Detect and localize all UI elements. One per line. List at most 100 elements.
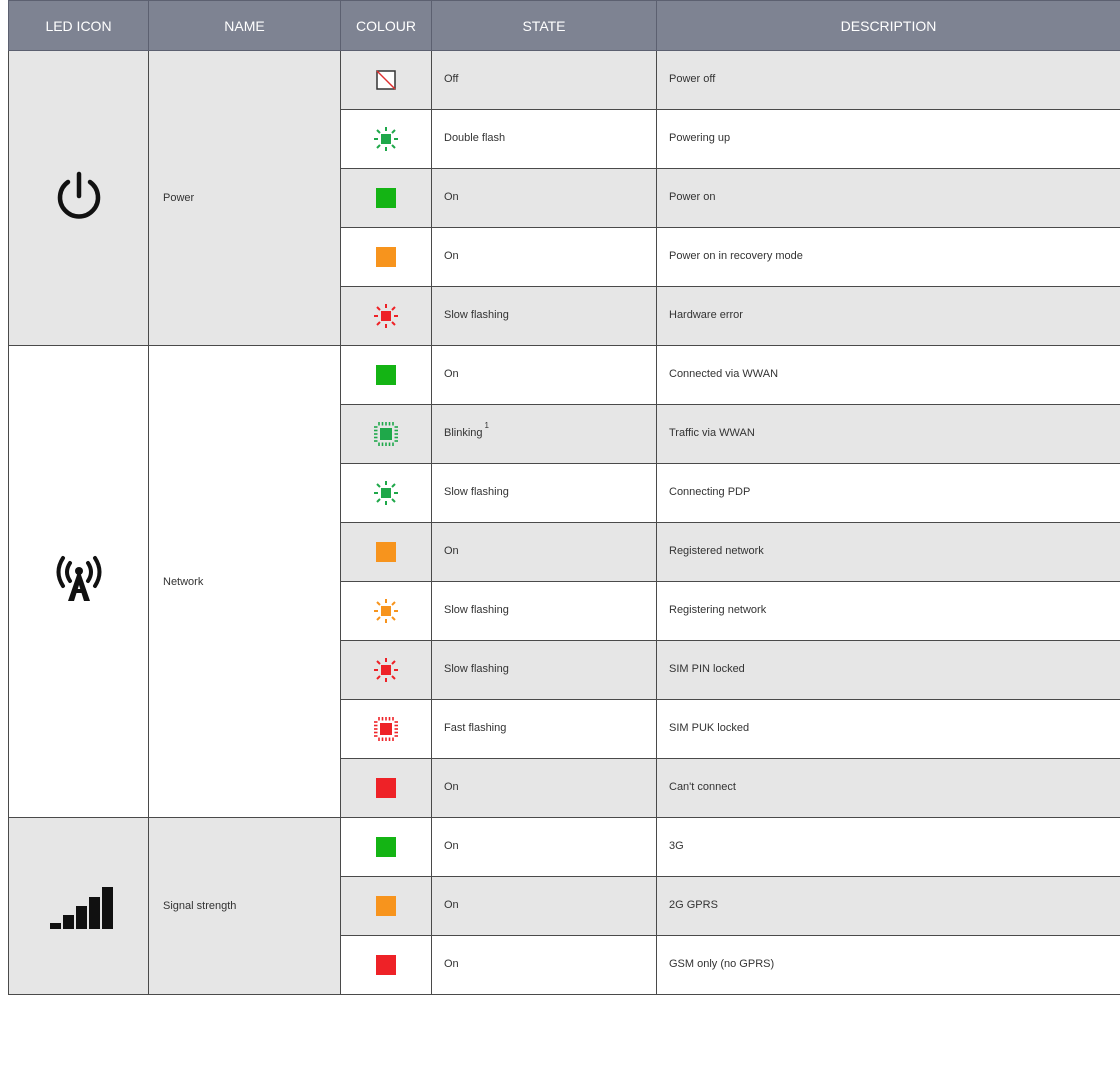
network-tower-icon <box>56 556 101 601</box>
colour-cell <box>340 50 432 110</box>
state-cell: Slow flashing <box>431 640 657 700</box>
state-text: Slow flashing <box>444 604 509 616</box>
description-cell: Power on <box>656 168 1120 228</box>
description-cell: Powering up <box>656 109 1120 169</box>
colour-cell <box>340 168 432 228</box>
led-solid-icon <box>376 778 396 798</box>
state-cell: Fast flashing <box>431 699 657 759</box>
table-row: Signal strength On 3G <box>8 817 1120 995</box>
header-name: NAME <box>148 0 341 51</box>
description-cell: GSM only (no GPRS) <box>656 935 1120 995</box>
description-cell: Hardware error <box>656 286 1120 346</box>
led-solid-icon <box>376 896 396 916</box>
led-icon-cell <box>8 345 149 818</box>
description-cell: 2G GPRS <box>656 876 1120 936</box>
description-cell: Connecting PDP <box>656 463 1120 523</box>
colour-cell <box>340 876 432 936</box>
state-cell: Slow flashing <box>431 463 657 523</box>
state-cell: On <box>431 876 657 936</box>
state-text: Slow flashing <box>444 663 509 675</box>
state-text: On <box>444 781 459 793</box>
state-text: On <box>444 958 459 970</box>
led-flashing-icon <box>374 658 398 682</box>
led-flashing-icon <box>374 304 398 328</box>
led-blinking-icon <box>374 422 398 446</box>
header-led-icon: LED ICON <box>8 0 149 51</box>
state-text: Slow flashing <box>444 486 509 498</box>
led-name: Signal strength <box>148 817 341 995</box>
state-text: On <box>444 899 459 911</box>
led-flashing-icon <box>374 599 398 623</box>
state-cell: On <box>431 758 657 818</box>
led-blinking-icon <box>374 717 398 741</box>
led-icon-cell <box>8 50 149 346</box>
led-off-icon <box>376 70 396 90</box>
state-text: On <box>444 191 459 203</box>
state-text: Fast flashing <box>444 722 507 734</box>
state-text: On <box>444 250 459 262</box>
state-cell: On <box>431 817 657 877</box>
table-header-row: LED ICON NAME COLOUR STATE DESCRIPTION <box>8 0 1120 51</box>
led-flashing-icon <box>374 481 398 505</box>
power-icon <box>57 171 100 219</box>
description-cell: Power on in recovery mode <box>656 227 1120 287</box>
table-row: Network On Connected via WWAN <box>8 345 1120 818</box>
colour-cell <box>340 522 432 582</box>
colour-cell <box>340 817 432 877</box>
colour-cell <box>340 463 432 523</box>
description-cell: 3G <box>656 817 1120 877</box>
colour-cell <box>340 581 432 641</box>
colour-cell <box>340 286 432 346</box>
table-body: Power Off Power off Double flash Powering up… <box>8 50 1120 995</box>
header-colour: COLOUR <box>340 0 432 51</box>
state-text: Off <box>444 73 459 85</box>
led-solid-icon <box>376 247 396 267</box>
state-text: On <box>444 545 459 557</box>
led-indicator-table: LED ICON NAME COLOUR STATE DESCRIPTION P… <box>8 0 1120 995</box>
led-solid-icon <box>376 542 396 562</box>
state-cell: Blinking1 <box>431 404 657 464</box>
led-table-container: LED ICON NAME COLOUR STATE DESCRIPTION P… <box>8 0 1120 995</box>
state-text: On <box>444 840 459 852</box>
description-cell: Registering network <box>656 581 1120 641</box>
colour-cell <box>340 404 432 464</box>
state-cell: Slow flashing <box>431 286 657 346</box>
state-cell: Off <box>431 50 657 110</box>
colour-cell <box>340 935 432 995</box>
colour-cell <box>340 345 432 405</box>
description-cell: Can't connect <box>656 758 1120 818</box>
led-flashing-icon <box>374 127 398 151</box>
state-text: Double flash <box>444 132 506 144</box>
state-cell: On <box>431 168 657 228</box>
description-cell: SIM PUK locked <box>656 699 1120 759</box>
led-solid-icon <box>376 365 396 385</box>
description-cell: Traffic via WWAN <box>656 404 1120 464</box>
footnote-marker: 1 <box>484 421 489 430</box>
description-cell: Registered network <box>656 522 1120 582</box>
colour-cell <box>340 758 432 818</box>
led-solid-icon <box>376 837 396 857</box>
colour-cell <box>340 227 432 287</box>
state-cell: On <box>431 345 657 405</box>
colour-cell <box>340 109 432 169</box>
state-cell: On <box>431 935 657 995</box>
colour-cell <box>340 640 432 700</box>
description-cell: SIM PIN locked <box>656 640 1120 700</box>
description-cell: Power off <box>656 50 1120 110</box>
state-text: Blinking <box>444 427 483 439</box>
led-name: Power <box>148 50 341 346</box>
state-text: On <box>444 368 459 380</box>
state-cell: On <box>431 227 657 287</box>
header-state: STATE <box>431 0 657 51</box>
state-text: Slow flashing <box>444 309 509 321</box>
header-description: DESCRIPTION <box>656 0 1120 51</box>
colour-cell <box>340 699 432 759</box>
state-cell: Double flash <box>431 109 657 169</box>
led-icon-cell <box>8 817 149 995</box>
state-cell: Slow flashing <box>431 581 657 641</box>
led-solid-icon <box>376 188 396 208</box>
led-solid-icon <box>376 955 396 975</box>
state-cell: On <box>431 522 657 582</box>
description-cell: Connected via WWAN <box>656 345 1120 405</box>
table-row: Power Off Power off <box>8 50 1120 346</box>
